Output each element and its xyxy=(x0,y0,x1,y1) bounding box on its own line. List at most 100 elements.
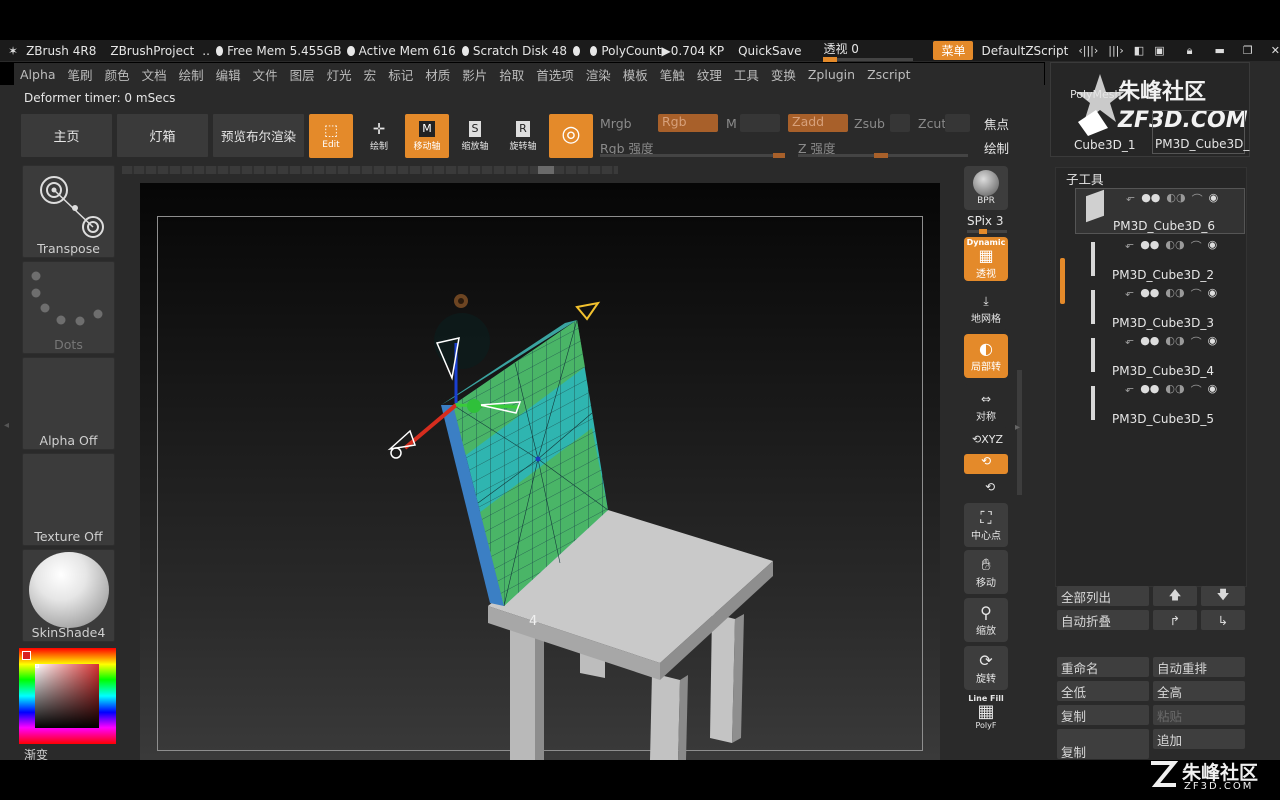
shelf-scroll-thumb[interactable] xyxy=(538,166,554,174)
color-picker[interactable] xyxy=(19,648,116,744)
material-slot[interactable]: SkinShade4 xyxy=(22,549,115,642)
bpr-button[interactable]: BPR xyxy=(964,166,1008,210)
all-low-button[interactable]: 全低 xyxy=(1057,681,1149,701)
zbrush-logo-icon[interactable]: ✶ xyxy=(8,44,18,58)
perspective-track[interactable] xyxy=(823,57,914,62)
spix-label[interactable]: SPix 3 xyxy=(967,214,1003,228)
rotate-gizmo-button[interactable]: R 旋转轴 xyxy=(501,114,545,158)
subtool-controls[interactable]: ⬐ ●● ◐◑ ⌒ ◉ xyxy=(1125,334,1217,350)
layout-icon[interactable]: ▣ xyxy=(1154,44,1164,57)
move-right-button[interactable]: ↱ xyxy=(1153,610,1197,630)
lightbox-button[interactable]: 灯箱 xyxy=(116,113,209,158)
slider-toggle-icon[interactable]: ‹|||› xyxy=(1078,44,1098,57)
menu-render[interactable]: 渲染 xyxy=(580,65,617,84)
default-zscript-button[interactable]: DefaultZScript xyxy=(981,44,1068,58)
move-view-button[interactable]: ✋︎ 移动 xyxy=(964,550,1008,594)
menu-color[interactable]: 颜色 xyxy=(99,65,136,84)
slider-toggle-2-icon[interactable]: |||› xyxy=(1108,44,1124,57)
subtool-item[interactable]: ⬐ ●● ◐◑ ⌒ ◉ PM3D_Cube3D_5 xyxy=(1075,380,1245,426)
focal-shift-label[interactable]: 焦点 xyxy=(984,114,1009,133)
frame-center-button[interactable]: ⛶ 中心点 xyxy=(964,503,1008,547)
edit-button[interactable]: ⬚ Edit xyxy=(309,114,353,158)
rgb-intensity-slider[interactable] xyxy=(600,153,785,158)
xyz-rotate-button[interactable]: ⟲XYZ xyxy=(972,433,1003,446)
menu-transform[interactable]: 变换 xyxy=(765,65,802,84)
zcut-button[interactable]: Zcut xyxy=(918,116,946,131)
all-high-button[interactable]: 全高 xyxy=(1153,681,1245,701)
menu-file[interactable]: 文件 xyxy=(247,65,284,84)
polyframe-button[interactable]: Line Fill ▦ PolyF xyxy=(964,694,1008,738)
move-gizmo-button[interactable]: M 移动轴 xyxy=(405,114,449,158)
menu-preferences[interactable]: 首选项 xyxy=(530,65,580,84)
menu-movie[interactable]: 影片 xyxy=(456,65,493,84)
subtool-item[interactable]: ⬐ ●● ◐◑ ⌒ ◉ PM3D_Cube3D_2 xyxy=(1075,236,1245,282)
main-color-swatch[interactable] xyxy=(22,651,31,660)
right-tray-toggle-icon[interactable]: ▸ xyxy=(1015,422,1020,433)
menu-alpha[interactable]: Alpha xyxy=(14,67,62,82)
z-intensity-slider[interactable] xyxy=(798,153,968,158)
auto-reorder-button[interactable]: 自动重排 xyxy=(1153,657,1245,677)
gear-icon[interactable] xyxy=(454,294,468,308)
m-button[interactable]: M xyxy=(726,116,737,131)
mrgb-button[interactable]: Mrgb xyxy=(600,116,632,131)
chair-model[interactable]: 4 xyxy=(140,183,940,760)
duplicate-button[interactable]: 复制 xyxy=(1057,729,1149,760)
menu-draw[interactable]: 绘制 xyxy=(173,65,210,84)
left-tray-toggle-icon[interactable]: ◂ xyxy=(4,420,12,440)
menu-light[interactable]: 灯光 xyxy=(321,65,358,84)
perspective-slider[interactable]: 透视 0 xyxy=(823,40,914,62)
menu-document[interactable]: 文档 xyxy=(136,65,173,84)
subtool-item[interactable]: ⬐ ●● ◐◑ ⌒ ◉ PM3D_Cube3D_3 xyxy=(1075,284,1245,330)
subtool-item-selected[interactable]: ⬐ ●● ◐◑ ⌒ ◉ PM3D_Cube3D_6 xyxy=(1075,188,1245,234)
transpose-brush[interactable]: Transpose xyxy=(22,165,115,258)
menu-marker[interactable]: 标记 xyxy=(382,65,419,84)
local-symmetry-button[interactable]: ◐ 局部转 xyxy=(964,334,1008,378)
menu-layer[interactable]: 图层 xyxy=(284,65,321,84)
draw-size-label[interactable]: 绘制 xyxy=(984,138,1009,157)
menu-stencil[interactable]: 模板 xyxy=(617,65,654,84)
draw-button[interactable]: ✛ 绘制 xyxy=(357,114,401,158)
home-button[interactable]: 主页 xyxy=(20,113,113,158)
zsub-button[interactable]: Zsub xyxy=(854,116,885,131)
subtool-controls[interactable]: ⬐ ●● ◐◑ ⌒ ◉ xyxy=(1125,382,1217,398)
menu-edit[interactable]: 编辑 xyxy=(210,65,247,84)
append-button[interactable]: 追加 xyxy=(1153,729,1245,749)
move-left-button[interactable]: ↳ xyxy=(1201,610,1245,630)
color-square[interactable] xyxy=(35,664,99,728)
menu-tool[interactable]: 工具 xyxy=(728,65,765,84)
lock-icon[interactable]: 🔒︎ xyxy=(1187,44,1193,58)
menu-button[interactable]: 菜单 xyxy=(933,41,974,60)
symmetry-button[interactable]: ⇔ 对称 xyxy=(964,384,1008,428)
swap-layout-icon[interactable]: ◧ xyxy=(1134,44,1144,57)
alpha-slot[interactable]: Alpha Off xyxy=(22,357,115,450)
rgb-button[interactable]: Rgb xyxy=(658,114,718,132)
preview-boolean-render-button[interactable]: 预览布尔渲染 xyxy=(212,113,305,158)
cube1-thumb-label[interactable]: Cube3D_1 xyxy=(1074,138,1136,152)
y-rotate-button[interactable]: ⟲ xyxy=(964,454,1008,474)
close-icon[interactable]: ✕ xyxy=(1271,44,1280,57)
rename-button[interactable]: 重命名 xyxy=(1057,657,1149,677)
paste-button[interactable]: 粘贴 xyxy=(1153,705,1245,725)
list-all-button[interactable]: 全部列出 xyxy=(1057,586,1149,606)
rotate-view-button[interactable]: ⟳ 旋转 xyxy=(964,646,1008,690)
zadd-button[interactable]: Zadd xyxy=(788,114,848,132)
floor-button[interactable]: ⤓ 地网格 xyxy=(964,286,1008,330)
gizmo-3d-button[interactable]: ◎ xyxy=(549,114,593,158)
subtool-item[interactable]: ⬐ ●● ◐◑ ⌒ ◉ PM3D_Cube3D_4 xyxy=(1075,332,1245,378)
cube-pm-thumb[interactable]: PM3D_Cube3D_ xyxy=(1152,110,1249,154)
move-down-button[interactable]: 🡇 xyxy=(1201,586,1245,606)
move-up-button[interactable]: 🡅 xyxy=(1153,586,1197,606)
texture-slot[interactable]: Texture Off xyxy=(22,453,115,546)
menu-texture[interactable]: 纹理 xyxy=(691,65,728,84)
menu-stroke[interactable]: 笔触 xyxy=(654,65,691,84)
copy-button[interactable]: 复制 xyxy=(1057,705,1149,725)
subtool-title[interactable]: 子工具 xyxy=(1066,169,1104,188)
scale-gizmo-button[interactable]: S 缩放轴 xyxy=(453,114,497,158)
subtool-controls[interactable]: ⬐ ●● ◐◑ ⌒ ◉ xyxy=(1126,191,1218,207)
auto-collapse-button[interactable]: 自动折叠 xyxy=(1057,610,1149,630)
subtool-controls[interactable]: ⬐ ●● ◐◑ ⌒ ◉ xyxy=(1125,286,1217,302)
menu-brush[interactable]: 笔刷 xyxy=(62,65,99,84)
subtool-scroll-thumb[interactable] xyxy=(1060,258,1065,304)
perspective-button[interactable]: Dynamic ▦ 透视 xyxy=(964,237,1008,281)
menu-macro[interactable]: 宏 xyxy=(358,65,383,84)
